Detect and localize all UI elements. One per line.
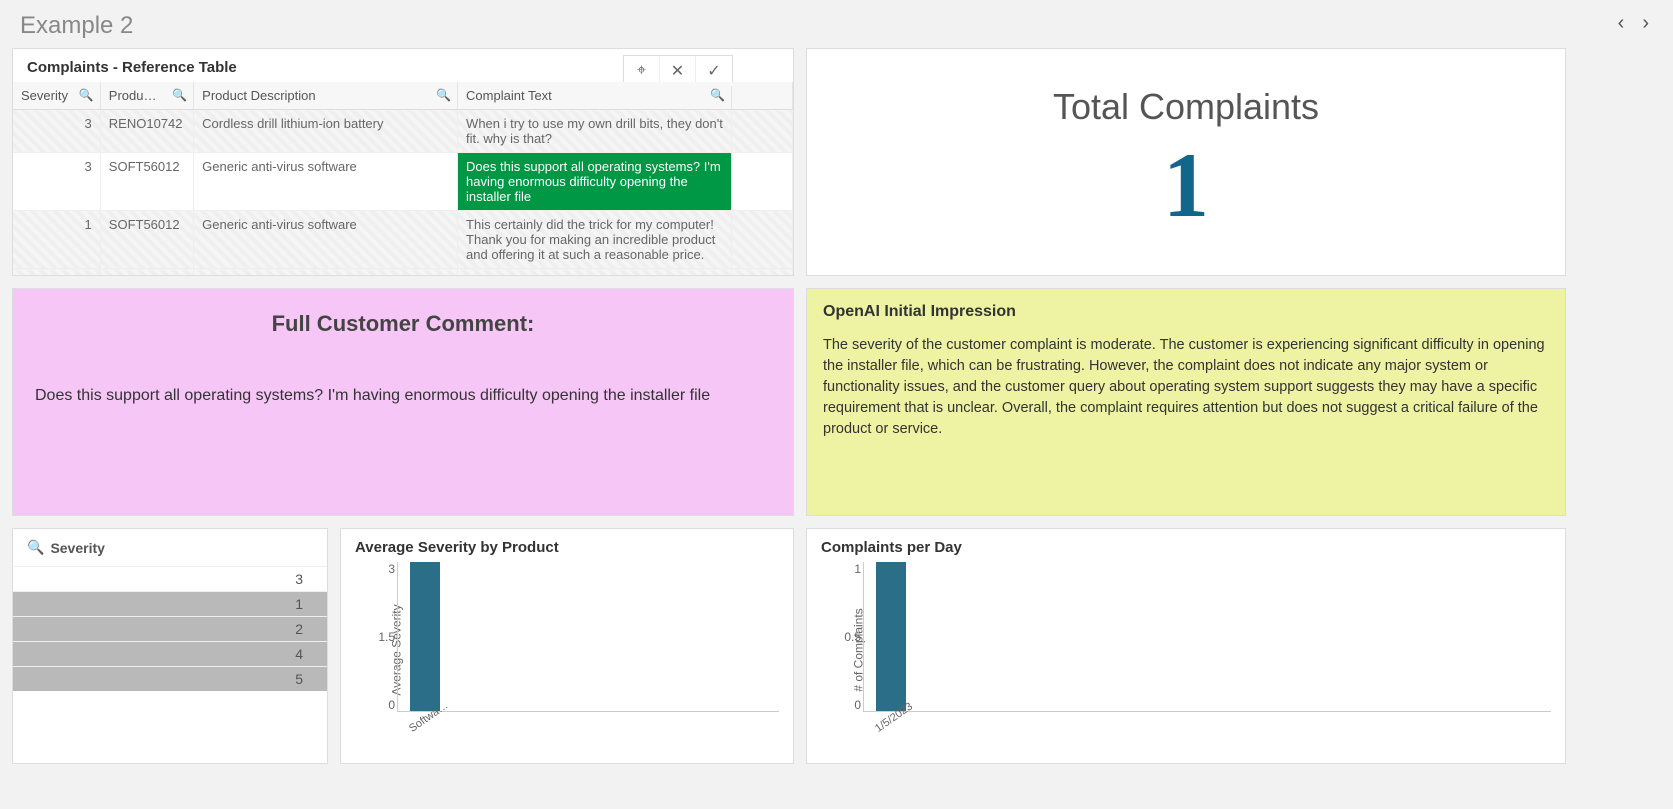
table-cell[interactable]: perfect: [458, 269, 732, 277]
search-icon: 🔍: [27, 539, 44, 556]
ytick: 1: [833, 562, 861, 576]
col-product-desc-label: Product Description: [202, 88, 315, 103]
col-product-id-label: Produ…: [109, 88, 157, 103]
table-cell[interactable]: RENO10742: [100, 110, 193, 153]
table-cell[interactable]: 3: [13, 110, 100, 153]
severity-filter-item[interactable]: 5: [13, 666, 327, 691]
severity-filter-list: 31245: [13, 566, 327, 691]
ytick: 1.5: [367, 630, 395, 644]
table-cell[interactable]: Generic anti-virus software: [194, 211, 458, 269]
avg-severity-chart-card: Average Severity by Product Average Seve…: [340, 528, 794, 764]
col-product-desc[interactable]: Product Description 🔍: [194, 82, 458, 110]
col-severity-label: Severity: [21, 88, 68, 103]
avg-severity-chart-title: Average Severity by Product: [341, 529, 793, 562]
col-complaint[interactable]: Complaint Text 🔍: [458, 82, 732, 110]
chart-bar[interactable]: [410, 562, 440, 711]
severity-filter-header[interactable]: 🔍 Severity: [13, 529, 327, 566]
search-icon[interactable]: 🔍: [79, 88, 94, 102]
table-row[interactable]: 1SOFT70207Enterprise VPNperfect: [13, 269, 793, 277]
ai-impression-title: OpenAI Initial Impression: [823, 303, 1549, 321]
table-cell-spacer: [732, 211, 793, 269]
table-cell-spacer: [732, 110, 793, 153]
full-comment-title: Full Customer Comment:: [35, 311, 771, 337]
ytick: 0: [367, 698, 395, 712]
severity-filter-item[interactable]: 1: [13, 591, 327, 616]
severity-filter-item[interactable]: 3: [13, 566, 327, 591]
severity-filter-card: 🔍 Severity 31245: [12, 528, 328, 764]
full-comment-card: Full Customer Comment: Does this support…: [12, 288, 794, 516]
table-cell[interactable]: Enterprise VPN: [194, 269, 458, 277]
table-cell[interactable]: Generic anti-virus software: [194, 153, 458, 211]
table-row[interactable]: 3SOFT56012Generic anti-virus softwareDoe…: [13, 153, 793, 211]
complaints-per-day-chart-card: Complaints per Day # of Complaints 1 0.5…: [806, 528, 1566, 764]
table-cell[interactable]: This certainly did the trick for my comp…: [458, 211, 732, 269]
avg-severity-chart[interactable]: Average Severity 3 1.5 0 Softwa…: [397, 562, 779, 737]
table-cell-spacer: [732, 269, 793, 277]
table-cell[interactable]: Does this support all operating systems?…: [458, 153, 732, 211]
ytick: 0: [833, 698, 861, 712]
table-row[interactable]: 3RENO10742Cordless drill lithium-ion bat…: [13, 110, 793, 153]
sheet-nav: ‹ ›: [1612, 10, 1655, 37]
col-spacer: [732, 82, 793, 110]
table-cell[interactable]: SOFT56012: [100, 211, 193, 269]
severity-filter-title: Severity: [50, 540, 104, 556]
table-cell[interactable]: 1: [13, 269, 100, 277]
table-cell[interactable]: When i try to use my own drill bits, the…: [458, 110, 732, 153]
table-cell[interactable]: 1: [13, 211, 100, 269]
complaints-table-card: Complaints - Reference Table ⌖ ✕ ✓ Sever…: [12, 48, 794, 276]
ytick: 3: [367, 562, 395, 576]
ai-impression-body: The severity of the customer complaint i…: [823, 335, 1549, 440]
col-severity[interactable]: Severity 🔍: [13, 82, 100, 110]
lasso-icon: ⌖: [637, 62, 646, 80]
ai-impression-card: OpenAI Initial Impression The severity o…: [806, 288, 1566, 516]
full-comment-body: Does this support all operating systems?…: [35, 387, 771, 405]
chart-bar[interactable]: [876, 562, 906, 711]
severity-filter-item[interactable]: 2: [13, 616, 327, 641]
table-cell[interactable]: 3: [13, 153, 100, 211]
page-title: Example 2: [0, 0, 1673, 48]
severity-filter-item[interactable]: 4: [13, 641, 327, 666]
table-cell[interactable]: SOFT70207: [100, 269, 193, 277]
search-icon[interactable]: 🔍: [710, 88, 725, 102]
search-icon[interactable]: 🔍: [172, 88, 187, 102]
close-icon: ✕: [671, 61, 684, 81]
table-row[interactable]: 1SOFT56012Generic anti-virus softwareThi…: [13, 211, 793, 269]
table-cell-spacer: [732, 153, 793, 211]
total-complaints-value: 1: [1163, 132, 1209, 238]
check-icon: ✓: [707, 61, 720, 81]
table-cell[interactable]: SOFT56012: [100, 153, 193, 211]
total-complaints-card: Total Complaints 1: [806, 48, 1566, 276]
search-icon[interactable]: 🔍: [436, 88, 451, 102]
col-complaint-label: Complaint Text: [466, 88, 552, 103]
complaints-table[interactable]: Severity 🔍 Produ… 🔍 Product Description 🔍 C…: [13, 82, 793, 276]
next-sheet-button[interactable]: ›: [1636, 10, 1655, 37]
col-product-id[interactable]: Produ… 🔍: [100, 82, 193, 110]
prev-sheet-button[interactable]: ‹: [1612, 10, 1631, 37]
complaints-per-day-chart-title: Complaints per Day: [807, 529, 1565, 562]
ytick: 0.5: [833, 630, 861, 644]
total-complaints-label: Total Complaints: [1053, 86, 1319, 128]
complaints-per-day-chart[interactable]: # of Complaints 1 0.5 0 1/5/2023: [863, 562, 1551, 737]
table-cell[interactable]: Cordless drill lithium-ion battery: [194, 110, 458, 153]
